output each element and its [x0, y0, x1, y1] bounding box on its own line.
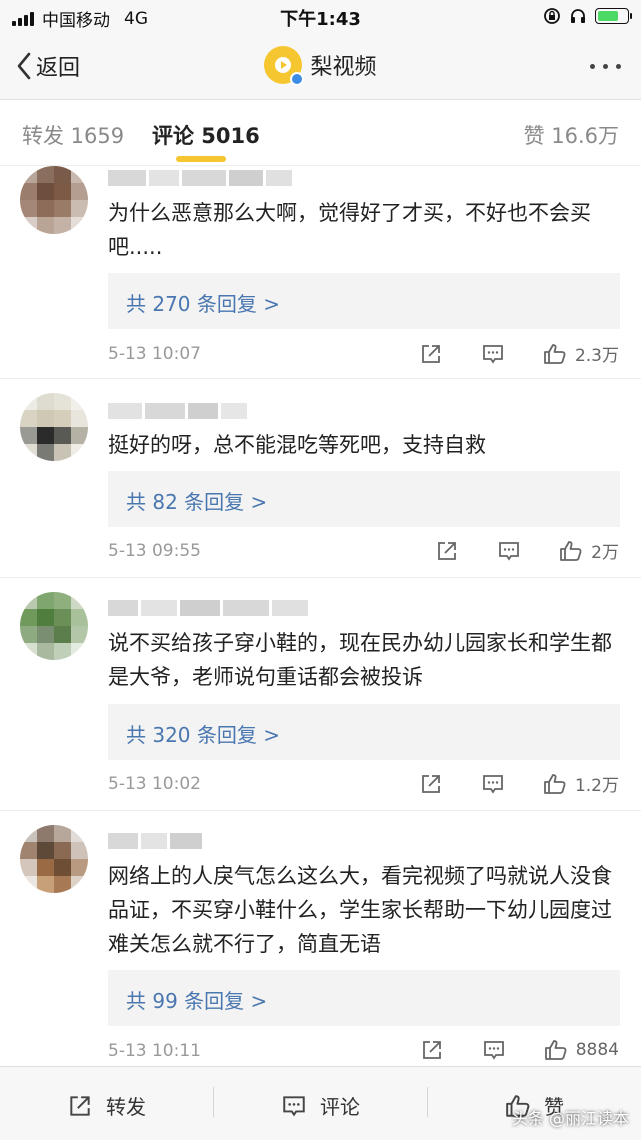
more-dot — [590, 64, 595, 69]
share-icon[interactable] — [420, 1038, 444, 1062]
reply-count-link[interactable]: 共 99 条回复 > — [126, 985, 267, 1014]
username-blurred[interactable] — [108, 833, 308, 849]
reply-summary[interactable]: 共 99 条回复 > — [108, 970, 620, 1026]
reply-count-link[interactable]: 共 320 条回复 > — [126, 719, 280, 748]
avatar[interactable] — [20, 592, 88, 660]
like-count: 1.2万 — [574, 776, 619, 796]
comment-item: 网络上的人戾气怎么这么大，看完视频了吗就说人没食品证，不买穿小鞋什么，学生家长帮… — [0, 811, 641, 1066]
page-title: 梨视频 — [310, 55, 377, 80]
divider — [213, 1087, 214, 1117]
more-button[interactable] — [590, 64, 621, 69]
like-count: 8884 — [575, 1040, 619, 1060]
comment-label: 评论 — [320, 1095, 360, 1119]
comment-icon[interactable] — [482, 1038, 506, 1062]
battery-icon — [595, 8, 632, 24]
username-blurred[interactable] — [108, 403, 308, 419]
comment-icon[interactable] — [497, 539, 521, 563]
avatar[interactable] — [20, 825, 88, 893]
thumbs-up-icon[interactable] — [543, 342, 567, 366]
comment-actions: 1.2万 — [419, 771, 619, 796]
tab-comment[interactable]: 评论 5016 — [152, 120, 260, 150]
channel-logo — [264, 46, 305, 86]
comment-timestamp: 5-13 09:55 — [108, 541, 201, 561]
more-dot — [603, 64, 608, 69]
nav-title-group[interactable]: 梨视频 — [0, 46, 641, 86]
comment-timestamp: 5-13 10:02 — [108, 774, 201, 794]
comment-icon[interactable] — [481, 342, 505, 366]
thumbs-up-icon[interactable] — [559, 539, 583, 563]
like-count: 2.3万 — [574, 346, 619, 366]
nav-bar: 返回 梨视频 — [0, 34, 641, 100]
status-bar: 中国移动 4G 下午1:43 — [0, 0, 641, 34]
share-icon[interactable] — [435, 539, 459, 563]
divider — [427, 1087, 428, 1117]
comment-item: 挺好的呀，总不能混吃等死吧，支持自救 共 82 条回复 > 5-13 09:55… — [0, 379, 641, 578]
comment-button[interactable]: 评论 — [280, 1091, 360, 1120]
watermark: 头条 @丽江读本 — [511, 1109, 629, 1128]
tab-bar: 转发 1659 评论 5016 赞 16.6万 — [0, 100, 641, 166]
more-dot — [616, 64, 621, 69]
username-blurred[interactable] — [108, 170, 308, 186]
thumbs-up-icon[interactable] — [543, 772, 567, 796]
share-icon — [70, 1095, 90, 1116]
reply-summary[interactable]: 共 320 条回复 > — [108, 704, 620, 760]
comment-actions: 2.3万 — [419, 341, 619, 366]
reply-count-link[interactable]: 共 270 条回复 > — [126, 288, 280, 317]
bottom-action-bar: 转发 评论 赞 头条 @丽江读本 — [0, 1066, 641, 1140]
comment-text: 网络上的人戾气怎么这么大，看完视频了吗就说人没食品证，不买穿小鞋什么，学生家长帮… — [108, 864, 612, 956]
comment-actions: 8884 — [420, 1038, 619, 1062]
comment-text: 说不买给孩子穿小鞋的，现在民办幼儿园家长和学生都是大爷，老师说句重话都会被投诉 — [108, 631, 612, 689]
comment-actions: 2万 — [435, 538, 619, 563]
comment-item: 为什么恶意那么大啊，觉得好了才买，不好也不会买吧..... 共 270 条回复 … — [0, 166, 641, 379]
status-right — [543, 7, 632, 25]
tab-like[interactable]: 赞 16.6万 — [524, 120, 619, 150]
share-icon[interactable] — [419, 772, 443, 796]
comment-timestamp: 5-13 10:07 — [108, 344, 201, 364]
comment-icon[interactable] — [481, 772, 505, 796]
avatar[interactable] — [20, 166, 88, 234]
repost-label: 转发 — [106, 1095, 146, 1119]
comment-text: 为什么恶意那么大啊，觉得好了才买，不好也不会买吧..... — [108, 201, 591, 259]
comment-text: 挺好的呀，总不能混吃等死吧，支持自救 — [108, 433, 486, 457]
reply-summary[interactable]: 共 82 条回复 > — [108, 471, 620, 527]
share-icon[interactable] — [419, 342, 443, 366]
comment-icon — [283, 1095, 305, 1116]
repost-button[interactable]: 转发 — [66, 1091, 146, 1120]
avatar[interactable] — [20, 393, 88, 461]
tab-active-indicator — [176, 156, 226, 162]
thumbs-up-icon[interactable] — [544, 1038, 568, 1062]
username-blurred[interactable] — [108, 600, 308, 616]
play-icon — [275, 57, 292, 73]
tab-repost[interactable]: 转发 1659 — [22, 120, 124, 150]
headphones-icon — [571, 9, 585, 23]
rotation-lock-icon — [544, 8, 560, 24]
verified-badge-icon — [290, 72, 305, 86]
like-count: 2万 — [591, 543, 619, 563]
comment-timestamp: 5-13 10:11 — [108, 1041, 201, 1061]
comment-item: 说不买给孩子穿小鞋的，现在民办幼儿园家长和学生都是大爷，老师说句重话都会被投诉 … — [0, 578, 641, 811]
reply-summary[interactable]: 共 270 条回复 > — [108, 273, 620, 329]
reply-count-link[interactable]: 共 82 条回复 > — [126, 486, 267, 515]
